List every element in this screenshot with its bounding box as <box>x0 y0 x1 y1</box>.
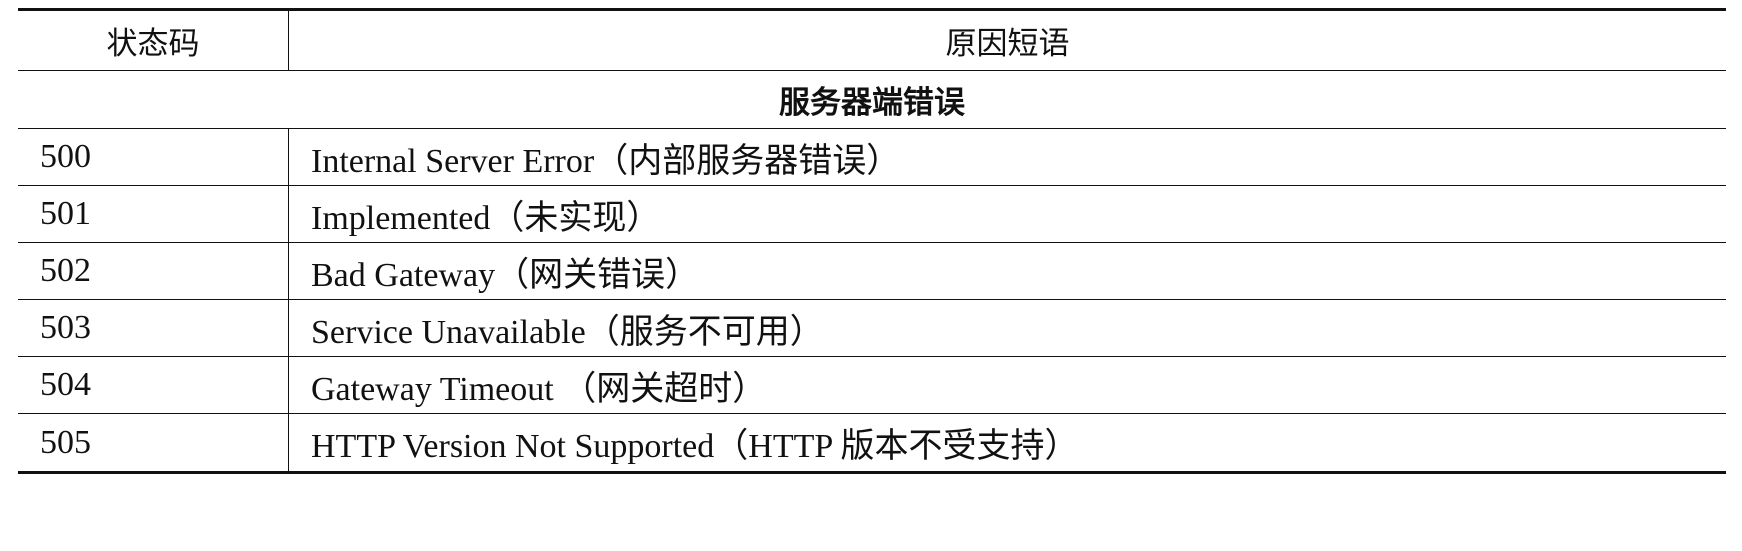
header-status-code: 状态码 <box>18 11 289 70</box>
reason-phrase-cell: Bad Gateway（网关错误） <box>311 256 700 294</box>
header-reason-phrase: 原因短语 <box>945 26 1070 62</box>
section-title: 服务器端错误 <box>779 85 965 121</box>
status-code-cell: 505 <box>18 414 289 471</box>
table-row: 500 Internal Server Error（内部服务器错误） <box>18 129 1726 186</box>
table-row: 505 HTTP Version Not Supported（HTTP 版本不受… <box>18 414 1726 471</box>
status-code-cell: 502 <box>18 243 289 299</box>
status-code-cell: 503 <box>18 300 289 356</box>
table-row: 503 Service Unavailable（服务不可用） <box>18 300 1726 357</box>
status-code-cell: 501 <box>18 186 289 242</box>
status-code-cell: 500 <box>18 129 289 185</box>
status-code-cell: 504 <box>18 357 289 413</box>
reason-phrase-cell: Implemented（未实现） <box>311 199 661 237</box>
table-header-row: 状态码 原因短语 <box>18 11 1726 71</box>
table-row: 504 Gateway Timeout （网关超时） <box>18 357 1726 414</box>
table-row: 502 Bad Gateway（网关错误） <box>18 243 1726 300</box>
reason-phrase-cell: Service Unavailable（服务不可用） <box>311 313 824 351</box>
reason-phrase-cell: HTTP Version Not Supported（HTTP 版本不受支持） <box>311 428 1079 465</box>
status-code-table: 状态码 原因短语 服务器端错误 500 Internal Server Erro… <box>18 8 1726 474</box>
reason-phrase-cell: Internal Server Error（内部服务器错误） <box>311 142 901 180</box>
table-row: 501 Implemented（未实现） <box>18 186 1726 243</box>
section-row: 服务器端错误 <box>18 71 1726 129</box>
reason-phrase-cell: Gateway Timeout （网关超时） <box>311 370 767 408</box>
